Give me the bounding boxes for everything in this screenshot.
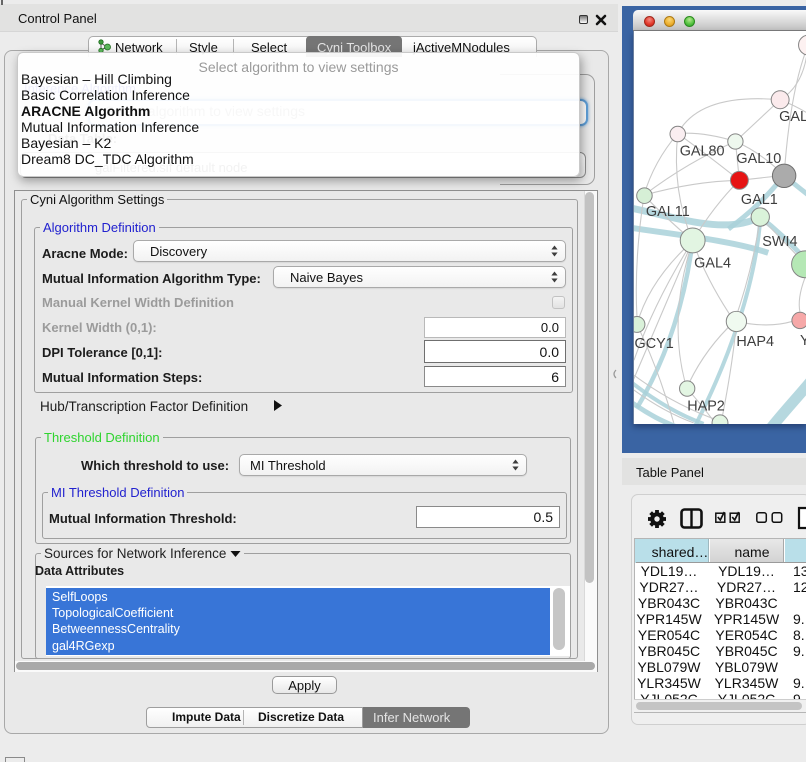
svg-text:HAP4: HAP4 (736, 334, 774, 350)
svg-text:GAL10: GAL10 (736, 151, 781, 167)
svg-text:YL: YL (800, 333, 806, 349)
svg-text:HAP2: HAP2 (687, 398, 725, 414)
svg-text:SWI4: SWI4 (762, 234, 797, 250)
svg-text:GAL7: GAL7 (779, 109, 806, 125)
svg-text:GAL11: GAL11 (646, 204, 690, 220)
svg-text:GAL80: GAL80 (680, 143, 725, 159)
svg-text:GCY1: GCY1 (634, 336, 673, 352)
svg-text:GAL1: GAL1 (741, 192, 778, 208)
svg-text:GAL4: GAL4 (694, 255, 731, 271)
